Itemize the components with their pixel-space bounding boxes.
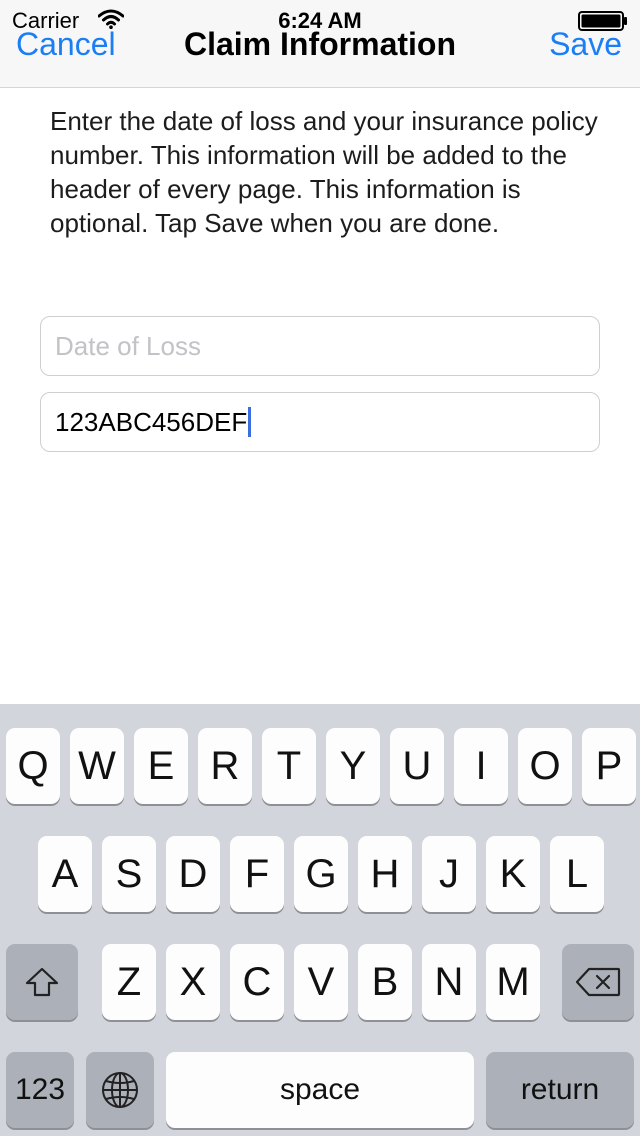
key-v[interactable]: V — [294, 944, 348, 1020]
key-q[interactable]: Q — [6, 728, 60, 804]
key-t[interactable]: T — [262, 728, 316, 804]
globe-key[interactable] — [86, 1052, 154, 1128]
key-z[interactable]: Z — [102, 944, 156, 1020]
key-c[interactable]: C — [230, 944, 284, 1020]
key-b[interactable]: B — [358, 944, 412, 1020]
keyboard: Q W E R T Y U I O P A S D F G H J K L Z … — [0, 704, 640, 1136]
key-w[interactable]: W — [70, 728, 124, 804]
policy-number-value: 123ABC456DEF — [55, 407, 248, 437]
key-j[interactable]: J — [422, 836, 476, 912]
date-of-loss-placeholder: Date of Loss — [55, 331, 201, 361]
key-m[interactable]: M — [486, 944, 540, 1020]
return-key[interactable]: return — [486, 1052, 634, 1128]
key-y[interactable]: Y — [326, 728, 380, 804]
status-time: 6:24 AM — [278, 8, 362, 33]
key-d[interactable]: D — [166, 836, 220, 912]
key-p[interactable]: P — [582, 728, 636, 804]
key-k[interactable]: K — [486, 836, 540, 912]
text-cursor — [248, 407, 252, 438]
status-bar: Carrier 6:24 AM — [0, 0, 640, 40]
numbers-key[interactable]: 123 — [6, 1052, 74, 1128]
key-i[interactable]: I — [454, 728, 508, 804]
key-u[interactable]: U — [390, 728, 444, 804]
delete-key[interactable] — [562, 944, 634, 1020]
policy-number-field[interactable]: 123ABC456DEF — [40, 392, 600, 452]
screen: Cancel Claim Information Save Carrier 6:… — [0, 0, 640, 1136]
globe-icon — [102, 1072, 138, 1108]
key-f[interactable]: F — [230, 836, 284, 912]
key-g[interactable]: G — [294, 836, 348, 912]
key-h[interactable]: H — [358, 836, 412, 912]
key-e[interactable]: E — [134, 728, 188, 804]
key-r[interactable]: R — [198, 728, 252, 804]
battery-icon — [578, 11, 627, 31]
shift-icon — [25, 967, 59, 997]
content-area — [40, 88, 600, 100]
key-x[interactable]: X — [166, 944, 220, 1020]
space-key[interactable]: space — [166, 1052, 474, 1128]
key-s[interactable]: S — [102, 836, 156, 912]
date-of-loss-field[interactable]: Date of Loss — [40, 316, 600, 376]
instructions-text: Enter the date of loss and your insuranc… — [50, 106, 598, 238]
shift-key[interactable] — [6, 944, 78, 1020]
delete-icon — [575, 967, 621, 997]
key-o[interactable]: O — [518, 728, 572, 804]
key-n[interactable]: N — [422, 944, 476, 1020]
key-l[interactable]: L — [550, 836, 604, 912]
key-a[interactable]: A — [38, 836, 92, 912]
